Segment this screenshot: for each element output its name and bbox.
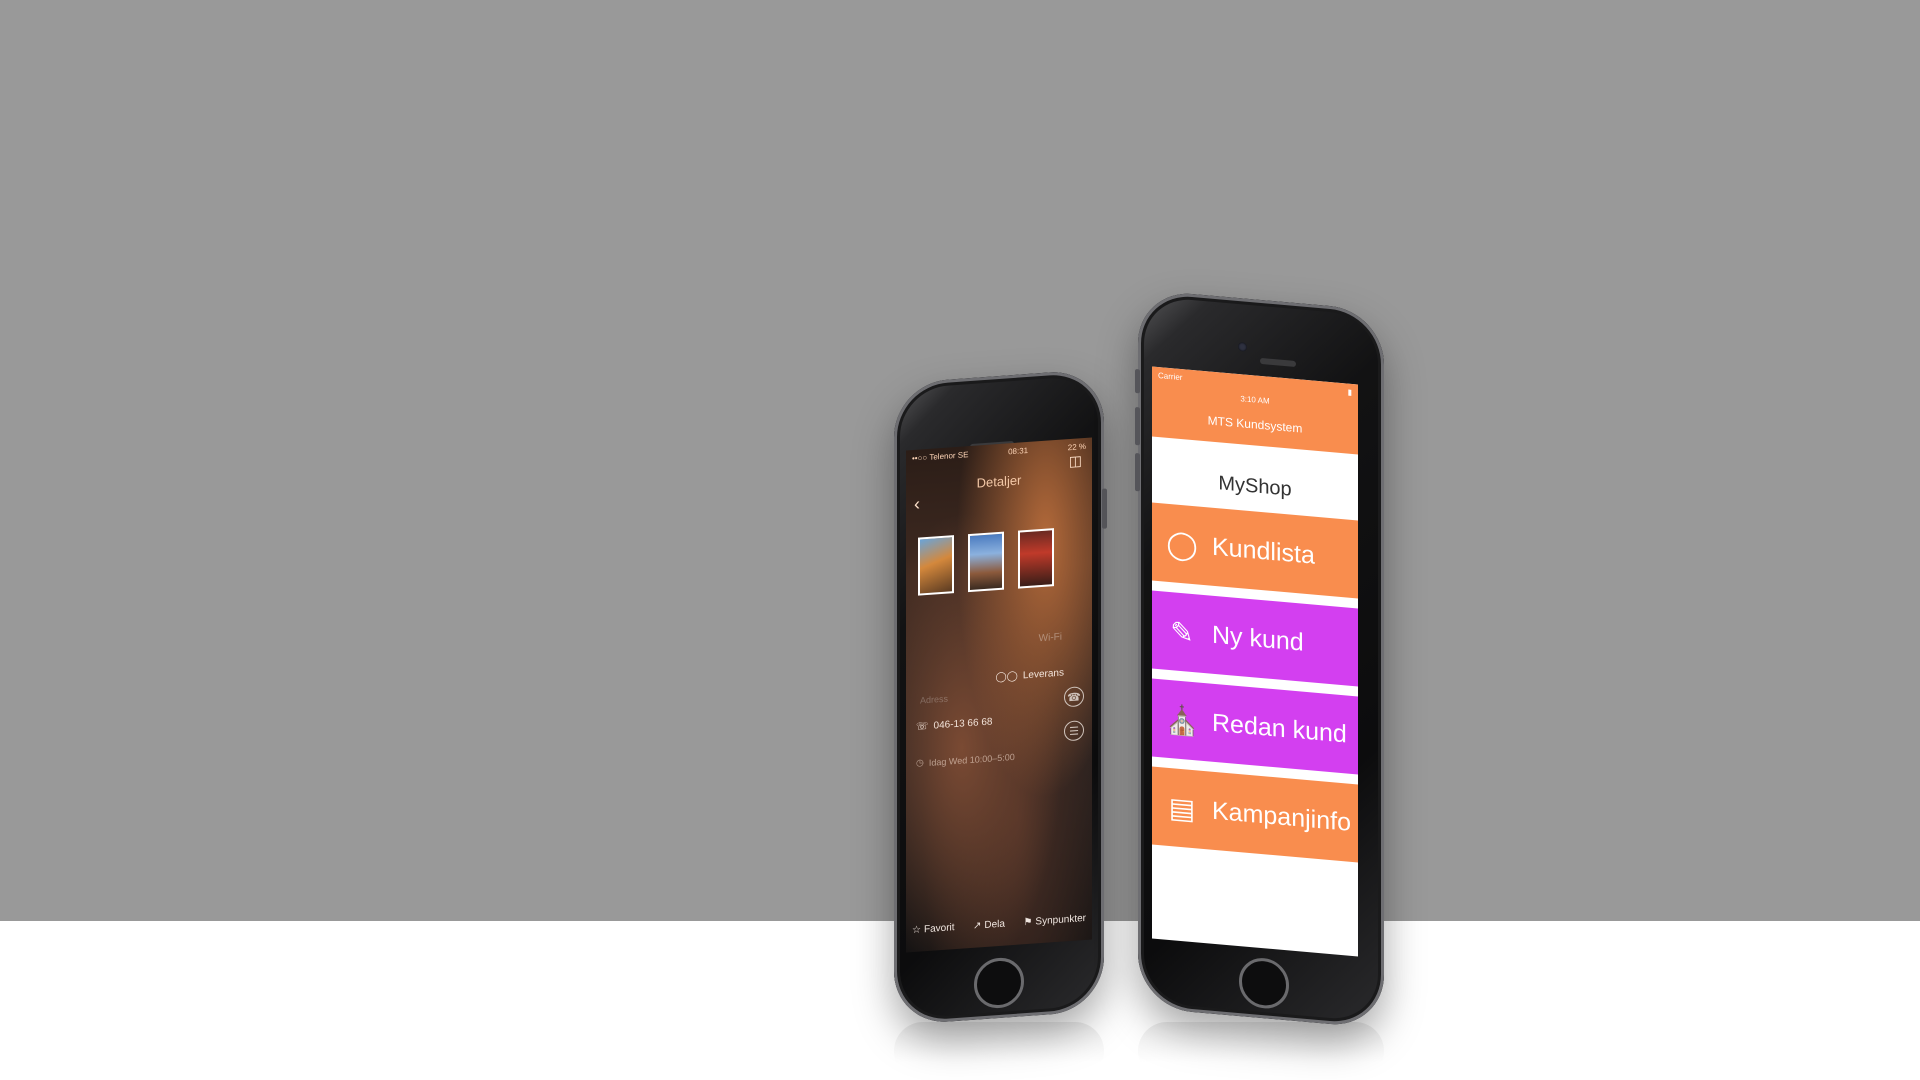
photo-gallery <box>918 528 1054 596</box>
menu-item-kampanjinfo[interactable]: ▤ Kampanjinfo <box>1152 766 1358 863</box>
pencil-icon: ✎ <box>1170 615 1194 649</box>
menu-item-label: Kundlista <box>1212 532 1315 570</box>
right-phone-reflection <box>1138 1022 1384 1080</box>
menu-item-label: Ny kund <box>1212 620 1304 657</box>
shop-name: MyShop <box>1218 472 1292 501</box>
photo-thumbnail[interactable] <box>1018 528 1054 589</box>
left-phone: ••○○ Telenor SE 08:31 22 % ◫ Detaljer ‹ … <box>894 368 1107 1026</box>
menu-item-redan-kund[interactable]: ⛪ Redan kund <box>1152 678 1358 775</box>
feedback-button[interactable]: ⚑ Synpunkter <box>1023 913 1086 928</box>
leverans-row: ◯◯ Leverans <box>995 667 1064 683</box>
photo-thumbnail[interactable] <box>968 531 1004 593</box>
front-camera <box>1238 341 1247 352</box>
leverans-label: Leverans <box>1022 667 1064 682</box>
phone-row[interactable]: ☏ 046-13 66 68 <box>916 716 992 732</box>
share-label: Dela <box>984 918 1005 932</box>
battery-label: 22 % <box>1067 441 1086 453</box>
wifi-label: Wi-Fi <box>1038 631 1062 645</box>
user-icon: ◯ <box>1166 527 1198 561</box>
list-icon[interactable]: ☰ <box>1064 720 1084 742</box>
flag-icon: ⚑ <box>1023 916 1033 929</box>
favorite-label: Favorit <box>923 922 955 936</box>
page-title: Detaljer <box>976 472 1022 491</box>
status-time: 08:31 <box>1008 445 1029 457</box>
clock-icon: ◷ <box>916 757 924 768</box>
right-phone: Carrier ▮ 3:10 AM MTS Kundsystem MyShop … <box>1135 289 1384 1029</box>
photo-thumbnail[interactable] <box>918 535 954 596</box>
address-label: Adress <box>920 693 949 706</box>
carrier-label: Carrier <box>1158 370 1183 383</box>
chevron-left-icon[interactable]: ‹ <box>914 494 920 515</box>
menu-item-ny-kund[interactable]: ✎ Ny kund <box>1152 590 1358 687</box>
opening-hours: Idag Wed 10:00–5:00 <box>928 751 1015 768</box>
favorite-button[interactable]: ☆ Favorit <box>912 922 955 936</box>
left-phone-reflection <box>894 1022 1104 1080</box>
app-title: MTS Kundsystem <box>1207 413 1303 436</box>
share-icon: ↗ <box>973 920 982 932</box>
bottom-toolbar: ☆ Favorit ↗ Dela ⚑ Synpunkter <box>912 913 1086 936</box>
newspaper-icon: ▤ <box>1168 791 1196 825</box>
phone-number: 046-13 66 68 <box>933 716 993 732</box>
power-button <box>1102 488 1107 529</box>
battery-icon: ▮ <box>1347 387 1352 397</box>
mute-switch <box>1135 368 1140 394</box>
volume-down-button <box>1135 452 1140 492</box>
carrier-label: ••○○ Telenor SE <box>912 450 969 464</box>
menu-screen: Carrier ▮ 3:10 AM MTS Kundsystem MyShop … <box>1152 366 1358 957</box>
feedback-label: Synpunkter <box>1035 912 1086 928</box>
store-icon: ⛪ <box>1164 703 1200 738</box>
menu-item-label: Redan kund <box>1212 708 1347 749</box>
share-button[interactable]: ↗ Dela <box>973 919 1005 932</box>
star-icon: ☆ <box>912 924 921 937</box>
phone-icon: ☏ <box>916 720 929 733</box>
volume-up-button <box>1135 406 1140 446</box>
bicycle-icon: ◯◯ <box>995 670 1018 684</box>
details-screen: ••○○ Telenor SE 08:31 22 % ◫ Detaljer ‹ … <box>906 437 1092 953</box>
hours-row: ◷ Idag Wed 10:00–5:00 <box>916 751 1015 769</box>
menu-item-kundlista[interactable]: ◯ Kundlista <box>1152 502 1358 599</box>
menu-item-label: Kampanjinfo <box>1212 796 1351 837</box>
call-icon[interactable]: ☎ <box>1064 686 1084 708</box>
